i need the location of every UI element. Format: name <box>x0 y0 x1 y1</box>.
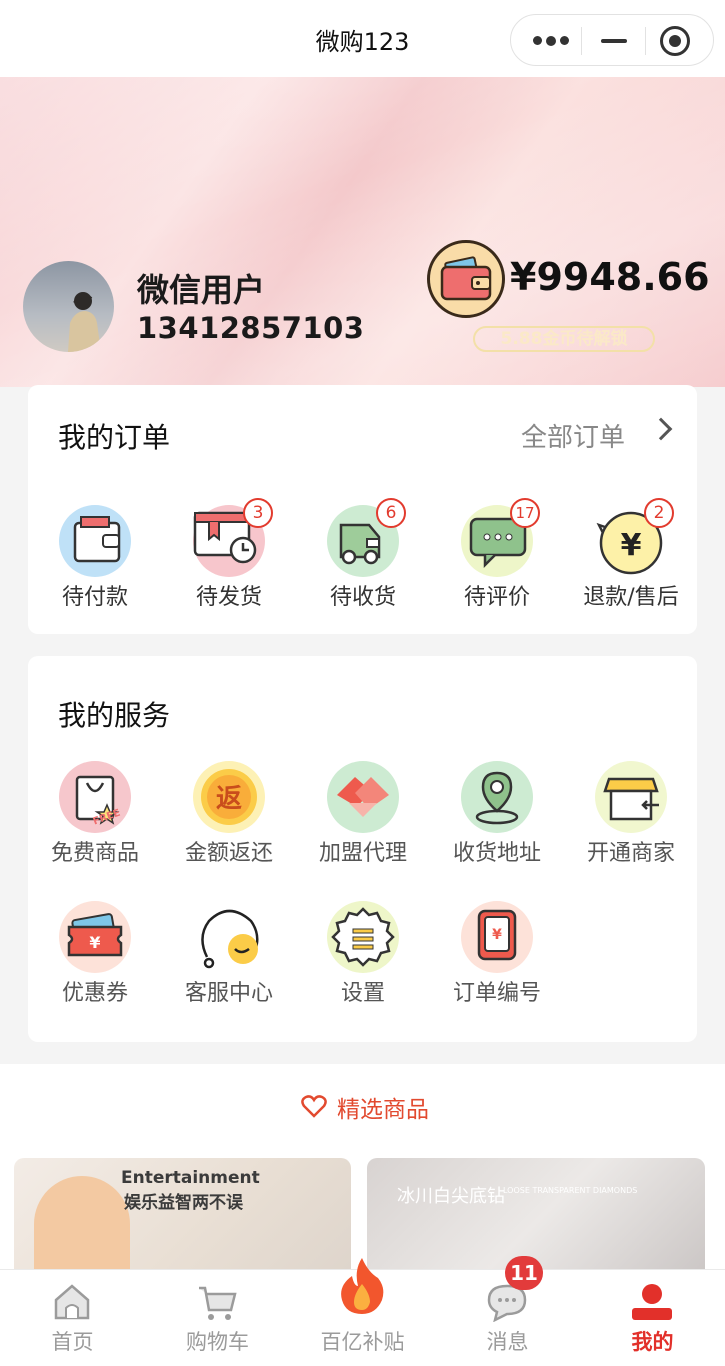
tab-subsidy[interactable]: 百亿补贴 <box>290 1258 435 1366</box>
tab-messages[interactable]: 消息 <box>435 1270 580 1366</box>
cashback-icon: 返 <box>193 761 265 833</box>
service-label: 优惠券 <box>61 981 128 1006</box>
chevron-right-icon[interactable] <box>649 417 673 441</box>
profile-header: 微信用户 13412857103 ¥9948.66 5.88金币待解锁 <box>0 77 725 387</box>
service-label: 开通商家 <box>586 841 675 866</box>
order-count-badge: 17 <box>510 498 540 528</box>
phone-number: 13412857103 <box>137 311 365 345</box>
minimize-icon[interactable] <box>601 39 627 43</box>
tab-label: 首页 <box>51 1330 94 1354</box>
top-nav-bar: 微购123 <box>0 0 725 77</box>
order-label: 待发货 <box>195 585 262 610</box>
gear-icon <box>327 901 399 973</box>
balance-amount: ¥9948.66 <box>510 255 710 299</box>
all-orders-link[interactable]: 全部订单 <box>521 417 625 454</box>
order-label: 待收货 <box>329 585 396 610</box>
cashback-glyph: 返 <box>216 784 242 814</box>
orders-title: 我的订单 <box>58 421 171 454</box>
close-target-icon[interactable] <box>660 26 690 56</box>
mini-program-capsule <box>510 14 714 66</box>
order-label: 待付款 <box>61 585 128 610</box>
service-label: 订单编号 <box>452 981 541 1006</box>
service-label: 免费商品 <box>50 841 139 866</box>
handshake-icon <box>327 761 399 833</box>
service-label: 收货地址 <box>452 841 541 866</box>
username: 微信用户 <box>137 271 266 309</box>
order-count-badge: 6 <box>376 498 406 528</box>
user-icon <box>632 1284 672 1320</box>
my-orders-card: 我的订单 全部订单 待付款 3 待发货 6 待收货 17 待评价 ¥ 2 退款/… <box>28 385 697 634</box>
product-banner-title: 冰川白尖底钻 <box>397 1186 505 1207</box>
coupon-glyph: ¥ <box>89 933 100 952</box>
service-label: 客服中心 <box>184 981 273 1006</box>
order-count-badge: 3 <box>243 498 273 528</box>
product-banner-subtitle: LOOSE TRANSPARENT DIAMONDS <box>503 1186 638 1195</box>
coupon-icon: ¥ <box>59 901 131 973</box>
headset-icon <box>193 901 265 973</box>
free-bag-icon: FREE <box>59 761 131 833</box>
wallet-card-icon <box>59 505 131 577</box>
message-count-badge: 11 <box>505 1256 543 1290</box>
tab-home[interactable]: 首页 <box>0 1270 145 1366</box>
product-banner-title: Entertainment <box>121 1168 260 1188</box>
cart-icon <box>199 1286 237 1320</box>
tab-label: 我的 <box>631 1330 674 1354</box>
my-services-card: 我的服务 FREE 免费商品 返 金额返还 加盟代理 收货地址 开通商家 ¥ 优… <box>28 656 697 1042</box>
wallet-icon[interactable] <box>427 240 505 318</box>
order-label: 待评价 <box>463 585 530 610</box>
services-title: 我的服务 <box>58 699 171 732</box>
heart-icon <box>301 1095 327 1118</box>
service-label: 加盟代理 <box>318 841 407 866</box>
tab-label: 消息 <box>486 1330 529 1354</box>
coins-unlock-badge[interactable]: 5.88金币待解锁 <box>473 326 655 352</box>
receipt-icon: ¥ <box>461 901 533 973</box>
featured-title: 精选商品 <box>337 1097 429 1123</box>
receipt-glyph: ¥ <box>492 927 502 943</box>
flame-icon <box>341 1258 384 1314</box>
svg-text:¥: ¥ <box>621 528 642 563</box>
tab-cart[interactable]: 购物车 <box>145 1270 290 1366</box>
profile-page: 微购123 微信用户 13412857103 ¥9948.66 5.88金币待解… <box>0 0 725 1366</box>
tab-label: 购物车 <box>186 1330 249 1354</box>
tab-label: 百亿补贴 <box>320 1330 405 1354</box>
service-label: 金额返还 <box>184 841 273 866</box>
avatar[interactable] <box>23 261 114 352</box>
location-pin-icon <box>461 761 533 833</box>
home-icon <box>54 1284 90 1320</box>
service-label: 设置 <box>340 981 385 1006</box>
product-banner-subtitle: 娱乐益智两不误 <box>124 1193 243 1213</box>
bottom-tab-bar: 首页 购物车 百亿补贴 消息 我的 <box>0 1258 725 1366</box>
storefront-icon <box>595 761 667 833</box>
order-count-badge: 2 <box>644 498 674 528</box>
tab-mine[interactable]: 我的 <box>580 1270 725 1366</box>
order-label: 退款/售后 <box>583 585 679 610</box>
more-icon[interactable] <box>533 35 569 46</box>
